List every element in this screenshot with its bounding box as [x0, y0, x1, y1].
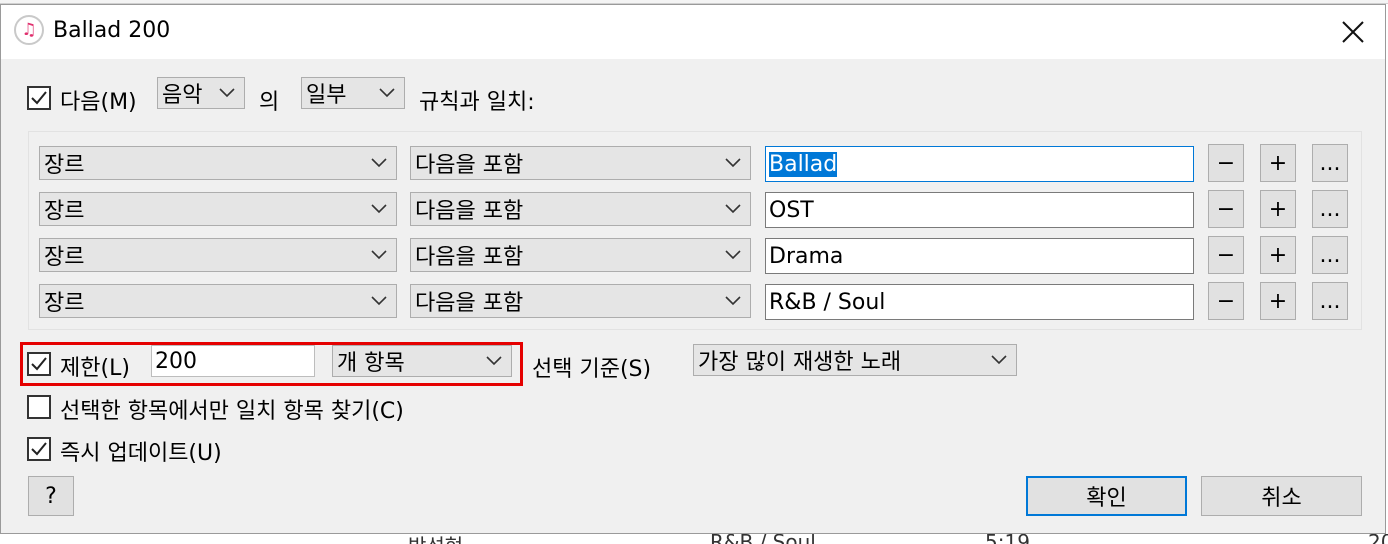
- nest-rule-button[interactable]: ...: [1312, 190, 1348, 228]
- remove-rule-button[interactable]: −: [1208, 144, 1244, 182]
- chevron-down-icon: [371, 250, 387, 260]
- music-note-icon: ♫: [14, 15, 44, 45]
- chevron-down-icon: [725, 296, 741, 306]
- nest-rule-button[interactable]: ...: [1312, 236, 1348, 274]
- close-icon: [1342, 21, 1364, 43]
- rule-operator-select[interactable]: 다음을 포함: [410, 146, 751, 180]
- rule-operator-value: 다음을 포함: [415, 291, 524, 316]
- rule-operator-select[interactable]: 다음을 포함: [410, 284, 751, 318]
- chevron-down-icon: [371, 204, 387, 214]
- chevron-down-icon: [725, 250, 741, 260]
- remove-rule-button[interactable]: −: [1208, 282, 1244, 320]
- rule-field-value: 장르: [44, 245, 85, 270]
- match-only-selected-label: 선택한 항목에서만 일치 항목 찾기(C): [60, 399, 404, 424]
- bg-artist-cell: 박성현: [408, 534, 463, 544]
- bg-count-cell: 20: [1368, 534, 1388, 544]
- checkmark-icon: [31, 357, 47, 371]
- rule-field-select[interactable]: 장르: [39, 238, 397, 272]
- of-label: 의: [259, 90, 280, 115]
- selected-by-value: 가장 많이 재생한 노래: [698, 350, 902, 375]
- rule-value-input[interactable]: Ballad: [765, 146, 1194, 182]
- rule-value-input[interactable]: OST: [765, 192, 1194, 228]
- nest-rule-button[interactable]: ...: [1312, 144, 1348, 182]
- chevron-down-icon: [486, 356, 502, 366]
- selected-by-select[interactable]: 가장 많이 재생한 노래: [693, 344, 1017, 376]
- add-rule-button[interactable]: +: [1260, 144, 1296, 182]
- background-song-row: 박성현 R&B / Soul 5:19 20: [0, 534, 1388, 544]
- rule-value-input[interactable]: Drama: [765, 238, 1194, 274]
- chevron-down-icon: [725, 158, 741, 168]
- window-title: Ballad 200: [53, 18, 171, 43]
- chevron-down-icon: [379, 88, 395, 98]
- remove-rule-button[interactable]: −: [1208, 190, 1244, 228]
- rule-field-value: 장르: [44, 153, 85, 178]
- rule-operator-select[interactable]: 다음을 포함: [410, 192, 751, 226]
- rule-operator-select[interactable]: 다음을 포함: [410, 238, 751, 272]
- selected-by-label: 선택 기준(S): [532, 357, 652, 382]
- help-button[interactable]: ?: [28, 476, 74, 516]
- limit-checkbox[interactable]: [27, 352, 51, 376]
- chevron-down-icon: [725, 204, 741, 214]
- rule-value-text: Drama: [769, 243, 844, 269]
- title-bar: ♫ Ballad 200: [1, 5, 1385, 59]
- chevron-down-icon: [371, 158, 387, 168]
- bg-time-cell: 5:19: [985, 534, 1030, 544]
- rule-field-select[interactable]: 장르: [39, 284, 397, 318]
- rule-field-value: 장르: [44, 199, 85, 224]
- rule-field-select[interactable]: 장르: [39, 192, 397, 226]
- media-kind-select[interactable]: 음악: [157, 77, 245, 109]
- live-update-checkbox[interactable]: [27, 437, 51, 461]
- match-suffix-label: 규칙과 일치:: [419, 90, 535, 115]
- match-checkbox[interactable]: [27, 86, 51, 110]
- rule-value-text: R&B / Soul: [769, 289, 886, 315]
- rule-value-input[interactable]: R&B / Soul: [765, 284, 1194, 320]
- rule-value-text: Ballad: [769, 151, 838, 177]
- live-update-label: 즉시 업데이트(U): [60, 441, 222, 466]
- match-scope-value: 일부: [306, 83, 347, 108]
- add-rule-button[interactable]: +: [1260, 190, 1296, 228]
- remove-rule-button[interactable]: −: [1208, 236, 1244, 274]
- add-rule-button[interactable]: +: [1260, 282, 1296, 320]
- ok-button[interactable]: 확인: [1026, 476, 1187, 516]
- bg-genre-cell: R&B / Soul: [710, 534, 816, 544]
- rule-operator-value: 다음을 포함: [415, 245, 524, 270]
- rule-operator-value: 다음을 포함: [415, 153, 524, 178]
- match-only-selected-checkbox[interactable]: [27, 395, 51, 419]
- limit-count-value: 200: [155, 348, 197, 374]
- media-kind-value: 음악: [162, 83, 203, 108]
- match-label: 다음(M): [60, 90, 137, 115]
- add-rule-button[interactable]: +: [1260, 236, 1296, 274]
- chevron-down-icon: [219, 88, 235, 98]
- rule-operator-value: 다음을 포함: [415, 199, 524, 224]
- limit-unit-select[interactable]: 개 항목: [332, 345, 512, 377]
- chevron-down-icon: [991, 355, 1007, 365]
- limit-unit-value: 개 항목: [337, 351, 405, 376]
- match-scope-select[interactable]: 일부: [301, 77, 405, 109]
- cancel-button[interactable]: 취소: [1201, 476, 1362, 516]
- chevron-down-icon: [371, 296, 387, 306]
- rule-value-text: OST: [769, 197, 814, 223]
- limit-count-input[interactable]: 200: [151, 345, 315, 377]
- close-button[interactable]: [1321, 5, 1385, 59]
- rule-field-select[interactable]: 장르: [39, 146, 397, 180]
- limit-label: 제한(L): [60, 356, 130, 381]
- nest-rule-button[interactable]: ...: [1312, 282, 1348, 320]
- smart-playlist-dialog: ♫ Ballad 200 다음(M) 음악 의 일부 규칙과 일치: 장르 다음…: [0, 4, 1386, 534]
- checkmark-icon: [31, 91, 47, 105]
- checkmark-icon: [31, 442, 47, 456]
- rule-field-value: 장르: [44, 291, 85, 316]
